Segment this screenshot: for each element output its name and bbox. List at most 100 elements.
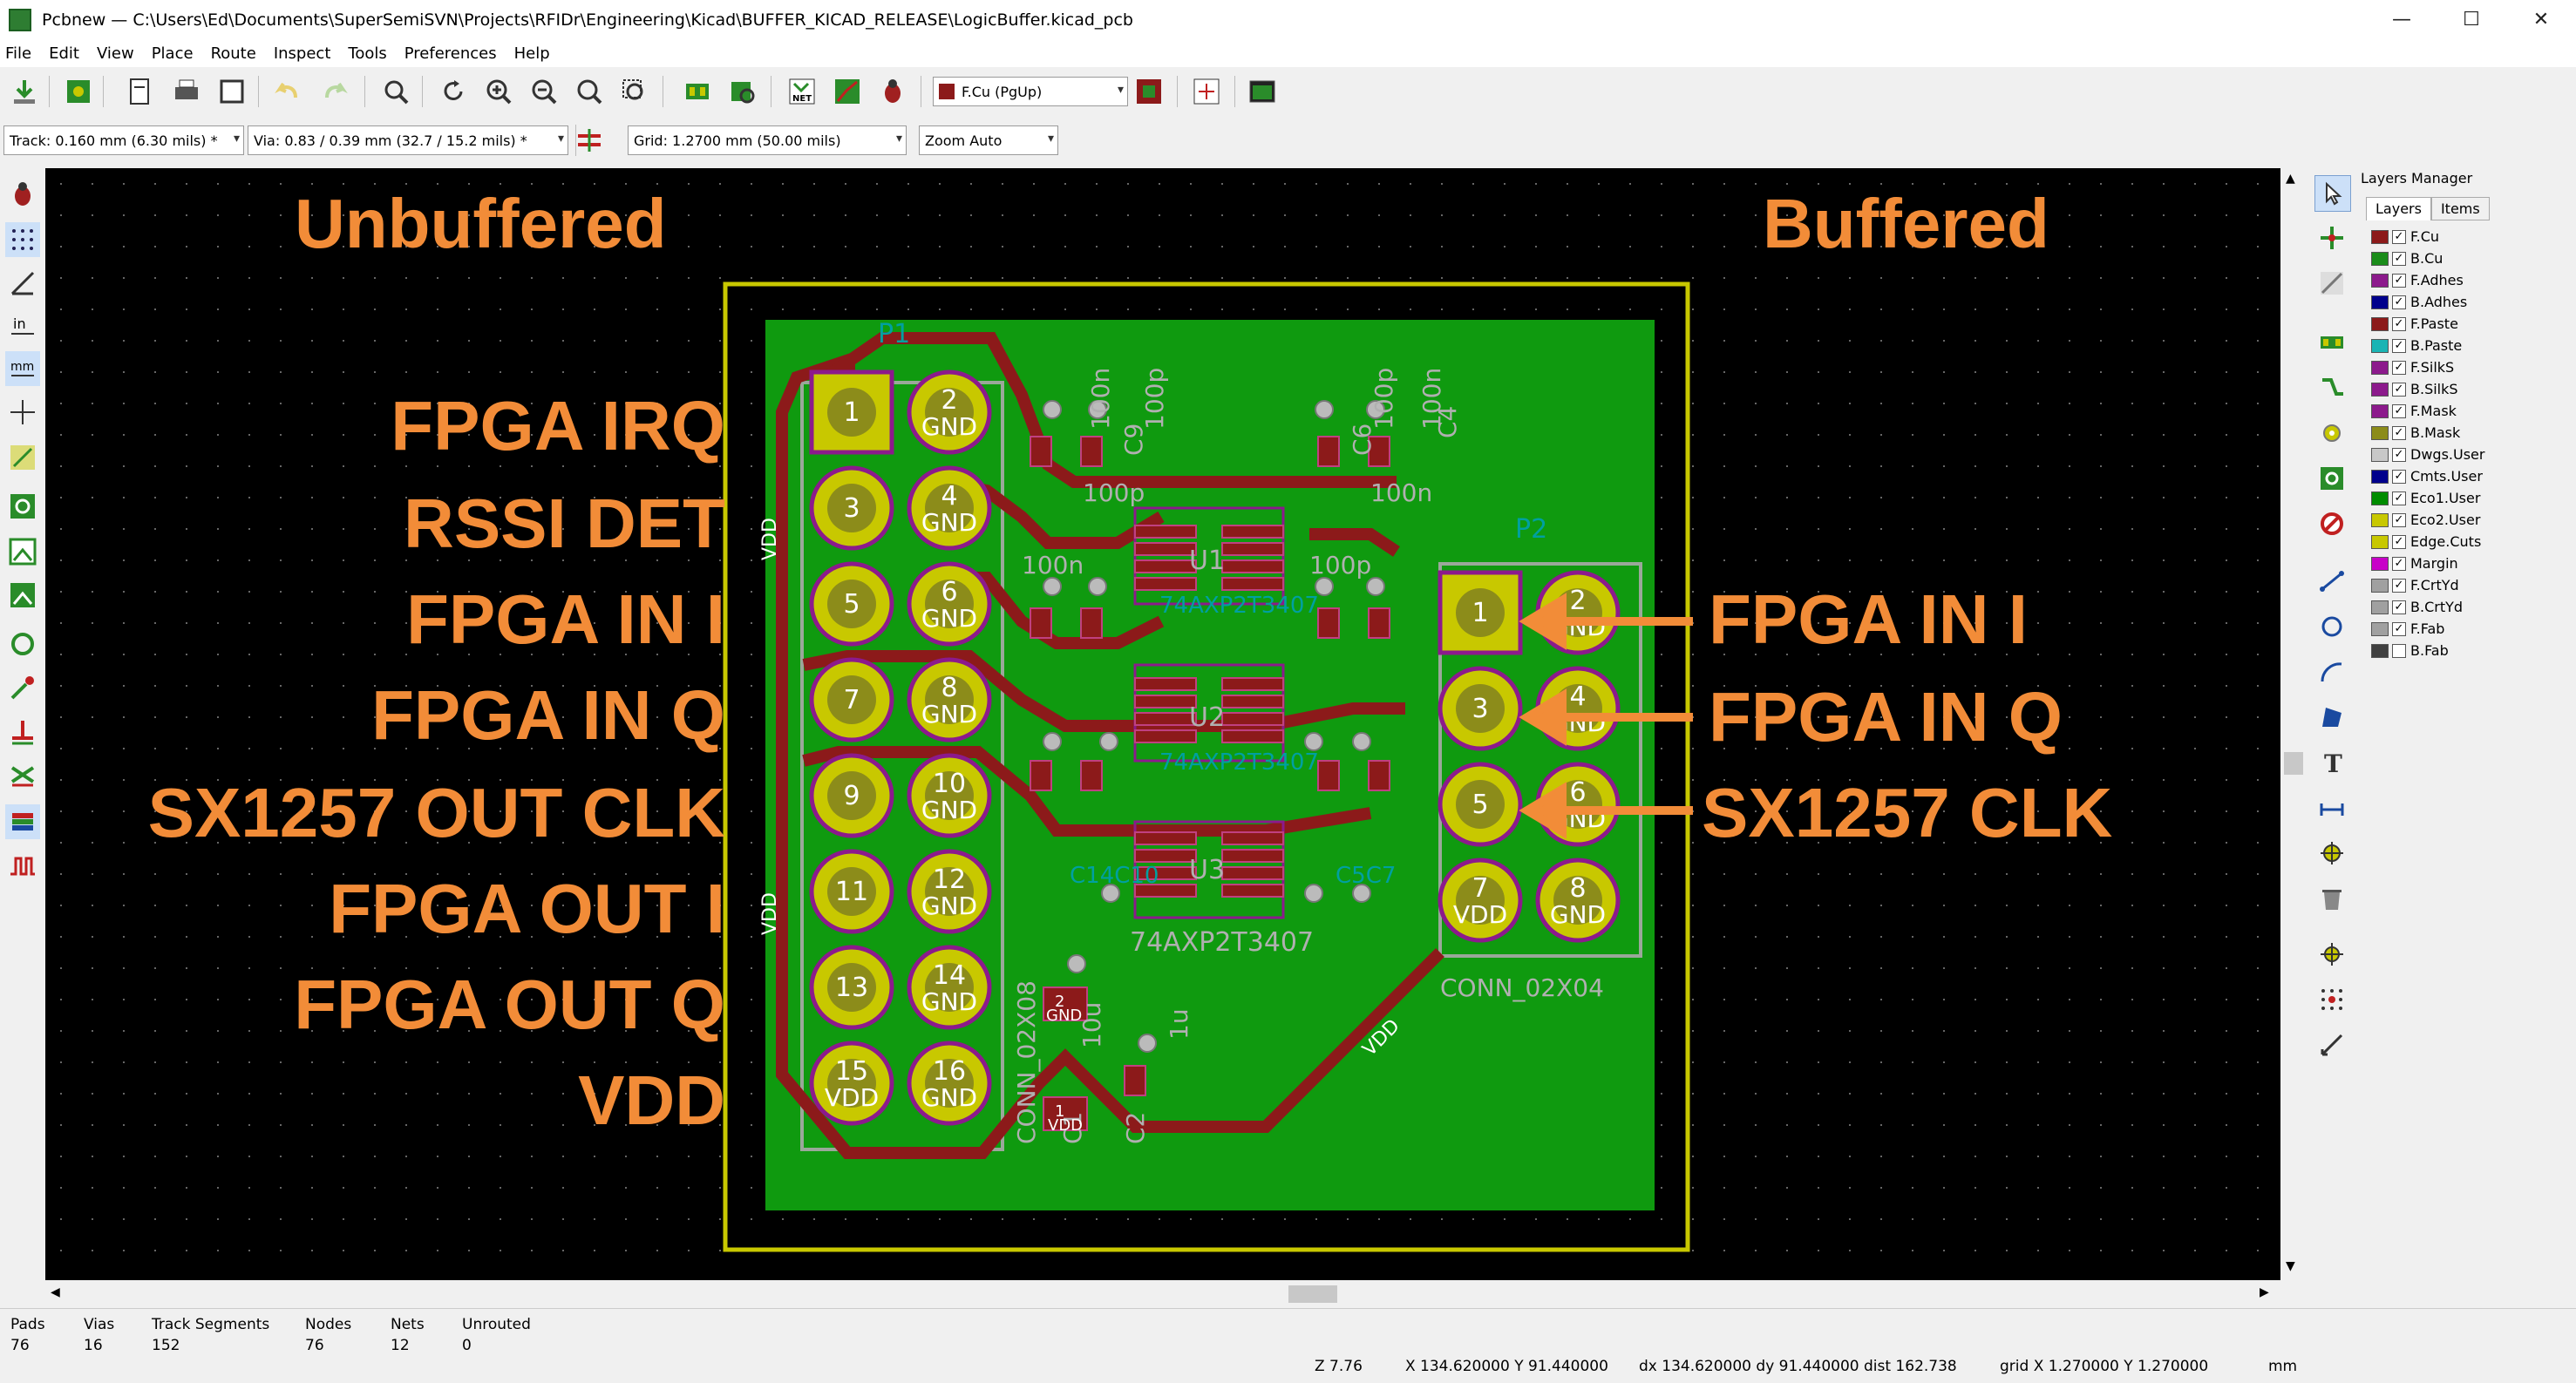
microwave-tools-icon[interactable] bbox=[5, 848, 40, 883]
layer-row[interactable]: ✓ B.Cu bbox=[2371, 247, 2576, 269]
track-sketch-icon[interactable] bbox=[5, 714, 40, 749]
auto-track-width-icon[interactable] bbox=[572, 123, 607, 158]
layer-color-swatch[interactable] bbox=[2371, 403, 2389, 418]
set-origin-icon[interactable] bbox=[2314, 937, 2349, 972]
layer-row[interactable]: ✓ F.Cu bbox=[2371, 226, 2576, 247]
layer-row[interactable]: ✓ B.Adhes bbox=[2371, 291, 2576, 313]
p1-pad-4[interactable]: 4GND bbox=[907, 465, 992, 551]
layer-name[interactable]: Margin bbox=[2410, 555, 2458, 572]
layer-row[interactable]: ✓ F.Mask bbox=[2371, 400, 2576, 422]
vertical-scroll-thumb[interactable] bbox=[2284, 752, 2303, 775]
highlight-net-icon[interactable] bbox=[2314, 220, 2349, 255]
layer-color-swatch[interactable] bbox=[2371, 229, 2389, 244]
zone-display-icon[interactable] bbox=[5, 489, 40, 524]
menu-help[interactable]: Help bbox=[514, 44, 550, 63]
zoom-fit-icon[interactable] bbox=[572, 74, 607, 109]
footprint-viewer-icon[interactable] bbox=[725, 74, 760, 109]
via-sketch-icon[interactable] bbox=[5, 670, 40, 705]
layer-visibility-checkbox[interactable]: ✓ bbox=[2392, 316, 2406, 331]
redo-icon[interactable] bbox=[317, 74, 352, 109]
add-arc-icon[interactable] bbox=[2314, 654, 2349, 689]
p1-pad-15[interactable]: 15VDD bbox=[809, 1041, 894, 1126]
layer-visibility-checkbox[interactable]: ✓ bbox=[2392, 469, 2406, 484]
layer-name[interactable]: F.Adhes bbox=[2410, 272, 2464, 288]
ratsnest-icon[interactable] bbox=[5, 440, 40, 475]
units-mm-icon[interactable]: mm bbox=[5, 351, 40, 386]
p1-pad-16[interactable]: 16GND bbox=[907, 1041, 992, 1126]
add-polygon-icon[interactable] bbox=[2314, 700, 2349, 735]
p2-pad-7[interactable]: 7VDD bbox=[1438, 858, 1523, 943]
layer-visibility-checkbox[interactable]: ✓ bbox=[2392, 251, 2406, 266]
menu-view[interactable]: View bbox=[97, 44, 134, 63]
close-button[interactable]: ✕ bbox=[2506, 0, 2576, 39]
layer-color-swatch[interactable] bbox=[2371, 295, 2389, 309]
route-track-icon[interactable] bbox=[2314, 370, 2349, 405]
scroll-left-icon[interactable]: ◀ bbox=[51, 1285, 60, 1299]
layer-visibility-checkbox[interactable]: ✓ bbox=[2392, 534, 2406, 549]
save-board-icon[interactable] bbox=[7, 74, 42, 109]
find-icon[interactable] bbox=[378, 74, 413, 109]
polar-coords-icon[interactable] bbox=[5, 266, 40, 301]
layers-manager-toggle-icon[interactable] bbox=[5, 804, 40, 839]
layer-visibility-checkbox[interactable]: ✓ bbox=[2392, 403, 2406, 418]
layer-name[interactable]: F.Fab bbox=[2410, 620, 2444, 637]
layer-row[interactable]: ✓ B.CrtYd bbox=[2371, 596, 2576, 618]
layer-name[interactable]: B.SilkS bbox=[2410, 381, 2458, 397]
measure-tool-icon[interactable] bbox=[2314, 1027, 2349, 1062]
delete-icon[interactable] bbox=[2314, 881, 2349, 916]
layer-row[interactable]: ✓ F.Paste bbox=[2371, 313, 2576, 335]
p1-pad-10[interactable]: 10GND bbox=[907, 753, 992, 838]
layer-name[interactable]: B.Cu bbox=[2410, 250, 2443, 267]
pcb-canvas[interactable]: 1 2 GND 3 4 GND 5 6 GND 7 8 GND 9 10 GND 11 12 GND 13 14 GND… bbox=[45, 168, 2280, 1280]
layer-color-swatch[interactable] bbox=[2371, 338, 2389, 353]
layer-visibility-checkbox[interactable]: ✓ bbox=[2392, 229, 2406, 244]
layer-name[interactable]: F.CrtYd bbox=[2410, 577, 2459, 593]
redraw-icon[interactable] bbox=[436, 74, 471, 109]
netlist-icon[interactable]: NET bbox=[785, 74, 819, 109]
track-width-select[interactable]: Track: 0.160 mm (6.30 mils) * ▾ bbox=[3, 125, 244, 155]
layer-color-swatch[interactable] bbox=[2371, 382, 2389, 397]
layer-row[interactable]: ✓ Edge.Cuts bbox=[2371, 531, 2576, 553]
zoom-select[interactable]: Zoom Auto ▾ bbox=[919, 125, 1058, 155]
horizontal-scroll-thumb[interactable] bbox=[1288, 1285, 1337, 1303]
zoom-selection-icon[interactable] bbox=[617, 74, 652, 109]
add-dimension-icon[interactable] bbox=[2314, 790, 2349, 825]
add-target-icon[interactable] bbox=[2314, 836, 2349, 871]
menu-file[interactable]: File bbox=[5, 44, 31, 63]
undo-icon[interactable] bbox=[270, 74, 305, 109]
layer-name[interactable]: B.CrtYd bbox=[2410, 599, 2463, 615]
layer-visibility-checkbox[interactable]: ✓ bbox=[2392, 338, 2406, 353]
plot-icon[interactable] bbox=[214, 74, 249, 109]
p1-pad-14[interactable]: 14GND bbox=[907, 945, 992, 1030]
add-text-icon[interactable]: T bbox=[2314, 745, 2349, 780]
layer-color-swatch[interactable] bbox=[2371, 273, 2389, 288]
layer-visibility-checkbox[interactable]: ✓ bbox=[2392, 621, 2406, 636]
p2-pad-1[interactable]: 1 bbox=[1438, 570, 1523, 655]
layer-name[interactable]: B.Mask bbox=[2410, 424, 2460, 441]
layer-name[interactable]: F.SilkS bbox=[2410, 359, 2454, 376]
scroll-down-icon[interactable]: ▼ bbox=[2286, 1259, 2295, 1273]
layer-row[interactable]: ✓ F.Fab bbox=[2371, 618, 2576, 640]
p1-pad-3[interactable]: 3 bbox=[809, 465, 894, 551]
layer-visibility-checkbox[interactable]: ✓ bbox=[2392, 600, 2406, 614]
layer-color-swatch[interactable] bbox=[2371, 600, 2389, 614]
layer-row[interactable]: ✓ B.SilkS bbox=[2371, 378, 2576, 400]
p1-pad-2[interactable]: 2GND bbox=[907, 369, 992, 455]
menu-inspect[interactable]: Inspect bbox=[274, 44, 331, 63]
layer-visibility-checkbox[interactable]: ✓ bbox=[2392, 556, 2406, 571]
p1-pad-7[interactable]: 7 bbox=[809, 657, 894, 742]
layer-color-swatch[interactable] bbox=[2371, 534, 2389, 549]
layer-row[interactable]: ✓ F.Adhes bbox=[2371, 269, 2576, 291]
zone-outline-icon[interactable] bbox=[5, 534, 40, 569]
p1-pad-9[interactable]: 9 bbox=[809, 753, 894, 838]
layer-name[interactable]: Edge.Cuts bbox=[2410, 533, 2481, 550]
p2-pad-5[interactable]: 5 bbox=[1438, 762, 1523, 847]
maximize-button[interactable]: ☐ bbox=[2437, 0, 2506, 39]
layer-visibility-checkbox[interactable]: ✓ bbox=[2392, 295, 2406, 309]
layer-name[interactable]: B.Fab bbox=[2410, 642, 2449, 659]
layer-row[interactable]: ✓ B.Mask bbox=[2371, 422, 2576, 444]
layer-color-swatch[interactable] bbox=[2371, 469, 2389, 484]
layer-row[interactable]: ✓ F.SilkS bbox=[2371, 356, 2576, 378]
layer-visibility-checkbox[interactable] bbox=[2392, 643, 2406, 658]
p1-pad-8[interactable]: 8GND bbox=[907, 657, 992, 742]
